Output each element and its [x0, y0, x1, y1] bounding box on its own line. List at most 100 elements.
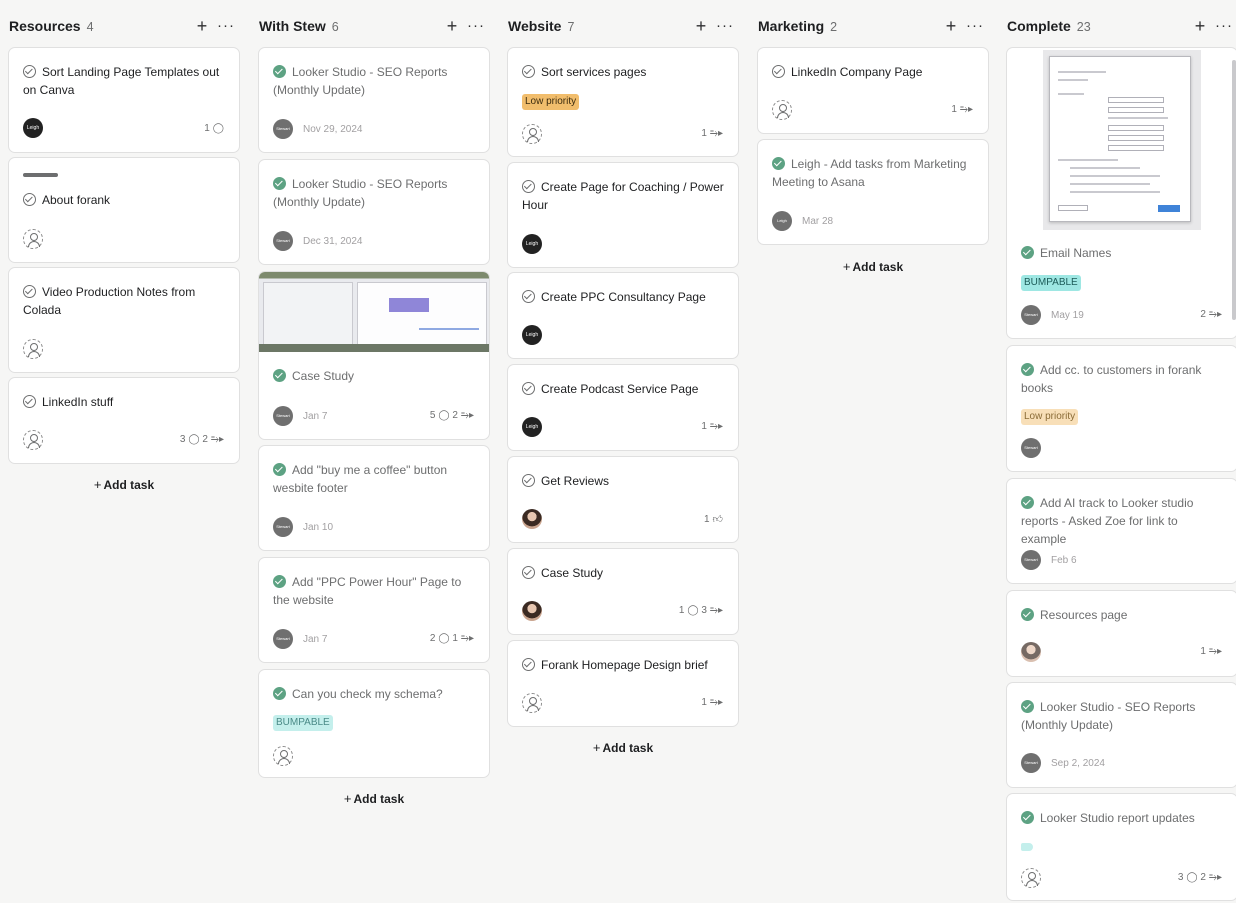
column-more-icon[interactable]: ···	[966, 14, 984, 38]
add-task-button[interactable]: + Add task	[757, 259, 989, 274]
check-circle-icon[interactable]	[522, 180, 535, 193]
due-date[interactable]: Nov 29, 2024	[303, 124, 363, 135]
check-circle-icon[interactable]	[23, 193, 36, 206]
tag-bumpable[interactable]: BUMPABLE	[273, 715, 333, 731]
avatar[interactable]: Stewart	[1021, 438, 1041, 458]
check-circle-icon[interactable]	[273, 687, 286, 700]
unassigned-avatar-icon[interactable]	[23, 339, 43, 359]
task-card[interactable]: Get Reviews 1 👍︎	[507, 456, 739, 543]
avatar[interactable]: Leigh	[772, 211, 792, 231]
add-task-button[interactable]: + Add task	[507, 740, 739, 755]
task-card[interactable]: Create Page for Coaching / Power Hour Le…	[507, 162, 739, 268]
unassigned-avatar-icon[interactable]	[23, 229, 43, 249]
avatar[interactable]: Stewart	[273, 231, 293, 251]
task-card[interactable]: LinkedIn stuff 3 ◯ 2 ⥱▸	[8, 377, 240, 464]
check-circle-icon[interactable]	[23, 395, 36, 408]
avatar[interactable]: Stewart	[1021, 550, 1041, 570]
check-circle-icon[interactable]	[273, 575, 286, 588]
task-card[interactable]: Leigh - Add tasks from Marketing Meeting…	[757, 139, 989, 245]
task-card[interactable]: Looker Studio - SEO Reports (Monthly Upd…	[1006, 682, 1236, 788]
task-card[interactable]: Resources page 1 ⥱▸	[1006, 590, 1236, 677]
avatar[interactable]: Leigh	[522, 417, 542, 437]
avatar[interactable]: Leigh	[23, 118, 43, 138]
task-card[interactable]: Create PPC Consultancy Page Leigh	[507, 272, 739, 359]
check-circle-icon[interactable]	[522, 290, 535, 303]
add-task-plus-icon[interactable]: +	[693, 14, 709, 38]
task-card[interactable]: Add "buy me a coffee" button wesbite foo…	[258, 445, 490, 551]
avatar[interactable]: Leigh	[522, 325, 542, 345]
unassigned-avatar-icon[interactable]	[23, 430, 43, 450]
due-date[interactable]: Jan 7	[303, 411, 327, 422]
task-card[interactable]: Create Podcast Service Page Leigh 1 ⥱▸	[507, 364, 739, 451]
add-task-plus-icon[interactable]: +	[943, 14, 959, 38]
unassigned-avatar-icon[interactable]	[772, 100, 792, 120]
avatar[interactable]	[522, 509, 542, 529]
check-circle-icon[interactable]	[522, 566, 535, 579]
add-task-button[interactable]: + Add task	[258, 791, 490, 806]
task-card[interactable]: Add cc. to customers in forank books Low…	[1006, 345, 1236, 472]
unassigned-avatar-icon[interactable]	[1021, 868, 1041, 888]
check-circle-icon[interactable]	[273, 177, 286, 190]
column-title[interactable]: Marketing 2	[758, 18, 837, 34]
task-card[interactable]: Add AI track to Looker studio reports - …	[1006, 478, 1236, 584]
avatar[interactable]: Stewart	[273, 629, 293, 649]
column-more-icon[interactable]: ···	[716, 14, 734, 38]
unassigned-avatar-icon[interactable]	[273, 746, 293, 766]
scrollbar[interactable]	[1232, 60, 1236, 320]
task-card[interactable]: Can you check my schema? BUMPABLE	[258, 669, 490, 778]
check-circle-icon[interactable]	[772, 65, 785, 78]
due-date[interactable]: Feb 6	[1051, 555, 1077, 566]
add-task-button[interactable]: + Add task	[8, 477, 240, 492]
check-circle-icon[interactable]	[1021, 496, 1034, 509]
column-more-icon[interactable]: ···	[217, 14, 235, 38]
column-title[interactable]: With Stew 6	[259, 18, 339, 34]
due-date[interactable]: Dec 31, 2024	[303, 236, 363, 247]
task-card[interactable]: Looker Studio - SEO Reports (Monthly Upd…	[258, 47, 490, 153]
task-card[interactable]: Add "PPC Power Hour" Page to the website…	[258, 557, 490, 663]
column-title[interactable]: Complete 23	[1007, 18, 1091, 34]
task-card[interactable]: Video Production Notes from Colada	[8, 267, 240, 373]
check-circle-icon[interactable]	[273, 369, 286, 382]
avatar[interactable]: Leigh	[522, 234, 542, 254]
due-date[interactable]: Jan 7	[303, 634, 327, 645]
add-task-plus-icon[interactable]: +	[1192, 14, 1208, 38]
avatar[interactable]	[522, 601, 542, 621]
check-circle-icon[interactable]	[1021, 811, 1034, 824]
check-circle-icon[interactable]	[522, 474, 535, 487]
task-card[interactable]: Sort services pages Low priority 1 ⥱▸	[507, 47, 739, 157]
task-card[interactable]: Looker Studio report updates 3 ◯ 2 ⥱▸	[1006, 793, 1236, 901]
task-card[interactable]: LinkedIn Company Page 1 ⥱▸	[757, 47, 989, 134]
avatar[interactable]: Stewart	[1021, 753, 1041, 773]
tag-icon[interactable]	[1021, 843, 1033, 851]
check-circle-icon[interactable]	[1021, 246, 1034, 259]
check-circle-icon[interactable]	[1021, 363, 1034, 376]
task-card[interactable]: About forank	[8, 157, 240, 263]
check-circle-icon[interactable]	[1021, 608, 1034, 621]
due-date[interactable]: Sep 2, 2024	[1051, 758, 1105, 769]
check-circle-icon[interactable]	[23, 285, 36, 298]
avatar[interactable]: Stewart	[273, 119, 293, 139]
task-card[interactable]: Case Study 1 ◯ 3 ⥱▸	[507, 548, 739, 635]
task-card[interactable]: Sort Landing Page Templates out on Canva…	[8, 47, 240, 153]
check-circle-icon[interactable]	[522, 658, 535, 671]
tag-bumpable[interactable]: BUMPABLE	[1021, 275, 1081, 291]
due-date[interactable]: Jan 10	[303, 522, 333, 533]
check-circle-icon[interactable]	[23, 65, 36, 78]
column-more-icon[interactable]: ···	[1215, 14, 1233, 38]
due-date[interactable]: Mar 28	[802, 216, 833, 227]
column-title[interactable]: Resources 4	[9, 18, 94, 34]
add-task-plus-icon[interactable]: +	[444, 14, 460, 38]
task-card[interactable]: Forank Homepage Design brief 1 ⥱▸	[507, 640, 739, 727]
unassigned-avatar-icon[interactable]	[522, 124, 542, 144]
check-circle-icon[interactable]	[1021, 700, 1034, 713]
add-task-plus-icon[interactable]: +	[194, 14, 210, 38]
due-date[interactable]: May 19	[1051, 310, 1084, 321]
avatar[interactable]	[1021, 642, 1041, 662]
check-circle-icon[interactable]	[522, 382, 535, 395]
tag-low-priority[interactable]: Low priority	[522, 94, 580, 110]
avatar[interactable]: Stewart	[273, 406, 293, 426]
check-circle-icon[interactable]	[522, 65, 535, 78]
unassigned-avatar-icon[interactable]	[522, 693, 542, 713]
task-card[interactable]: Looker Studio - SEO Reports (Monthly Upd…	[258, 159, 490, 265]
column-title[interactable]: Website 7	[508, 18, 574, 34]
